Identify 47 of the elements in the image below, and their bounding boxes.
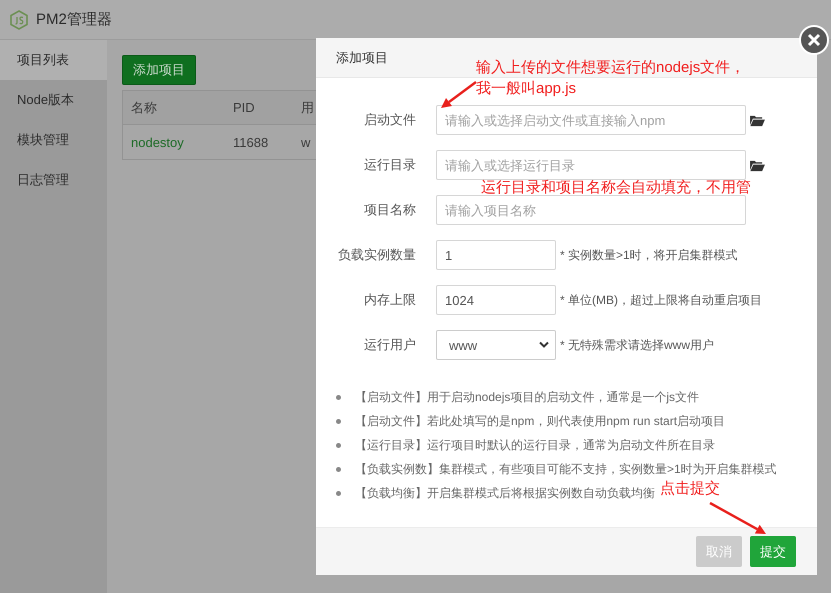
note-text: 【启动文件】用于启动nodejs项目的启动文件，通常是一个js文件 [355,388,700,406]
sidebar-item[interactable]: 模块管理 [0,120,107,160]
note-text: 【运行目录】运行项目时默认的运行目录，通常为启动文件所在目录 [355,436,715,454]
hexagon-logo-icon [10,10,28,30]
input-field[interactable]: 1 [436,240,556,270]
field-label: 项目名称 [363,201,416,219]
input-field[interactable]: 请输入或选择启动文件或直接输入npm [436,105,746,135]
field-label: 内存上限 [363,291,416,309]
note-text: 【启动文件】若此处填写的是npm，则代表使用npm run start启动项目 [355,412,726,430]
table-cell-text: 11688 [232,134,270,150]
folder-icon [749,158,766,172]
sidebar-item[interactable]: 项目列表 [0,40,107,80]
hint-text: * 无特殊需求请选择www用户 [560,336,714,354]
field-label: 运行目录 [363,156,416,174]
project-link[interactable]: nodestoy [123,134,225,150]
table-cell-text: w [300,134,312,150]
bullet-icon [336,490,341,496]
bullet-icon [336,442,341,448]
user-dropdown[interactable]: www [436,330,556,360]
column-header: 用 [300,98,315,116]
input-field[interactable]: 请输入或选择运行目录 [436,150,746,180]
sidebar-item[interactable]: Node版本 [0,80,107,120]
app-title: PM2管理器 [36,10,112,29]
bullet-icon [336,466,341,472]
bullet-icon [336,418,341,424]
input-field[interactable]: 请输入项目名称 [436,195,746,225]
submit-button[interactable]: 提交 [750,536,796,567]
field-label: 运行用户 [363,336,416,354]
hint-text: * 单位(MB)，超过上限将自动重启项目 [560,292,762,308]
input-field[interactable]: 1024 [436,285,556,315]
annotation-text: 运行目录和项目名称会自动填充，不用管 [481,178,751,198]
column-header: 名称 [130,98,158,116]
field-label: 启动文件 [363,111,416,129]
folder-icon [749,114,766,126]
note-text: 【负载实例数】集群模式，有些项目可能不支持，实例数量>1时为开启集群模式 [355,460,777,478]
column-header: PID [232,100,256,115]
field-label: 负载实例数量 [337,246,416,264]
add-project-button[interactable]: 添加项目 [122,55,196,85]
annotation-text: 点击提交 [660,479,720,499]
hint-text: * 实例数量>1时，将开启集群模式 [560,246,738,264]
close-icon[interactable] [799,25,829,55]
sidebar-item[interactable]: 日志管理 [0,160,107,200]
dialog-title: 添加项目 [336,48,388,66]
annotation-text: 输入上传的文件想要运行的nodejs文件， 我一般叫app.js [476,58,746,99]
bullet-icon [336,394,341,400]
note-text: 【负载均衡】开启集群模式后将根据实例数自动负载均衡 [355,484,655,502]
caret-icon [539,341,549,349]
